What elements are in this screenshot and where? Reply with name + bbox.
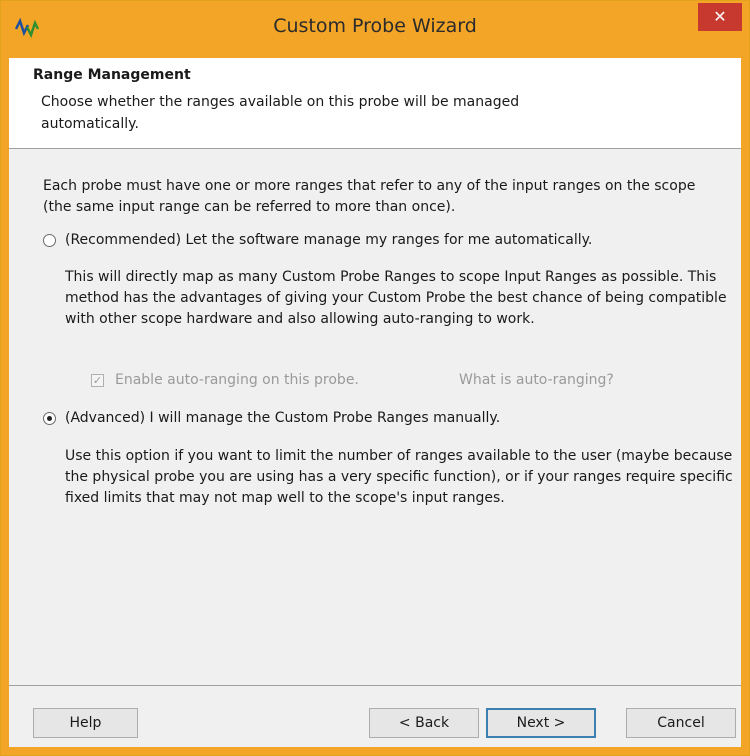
wizard-client: Range Management Choose whether the rang… bbox=[9, 58, 741, 747]
cancel-button[interactable]: Cancel bbox=[626, 708, 736, 738]
recommended-description: This will directly map as many Custom Pr… bbox=[65, 269, 727, 327]
help-button[interactable]: Help bbox=[33, 708, 138, 738]
intro-text: Each probe must have one or more ranges … bbox=[43, 178, 696, 215]
title-bar[interactable]: Custom Probe Wizard ✕ bbox=[1, 1, 749, 58]
wizard-content: Each probe must have one or more ranges … bbox=[9, 150, 741, 685]
next-button[interactable]: Next > bbox=[486, 708, 596, 738]
advanced-description: Use this option if you want to limit the… bbox=[65, 448, 733, 506]
close-icon: ✕ bbox=[713, 7, 727, 26]
back-button[interactable]: < Back bbox=[369, 708, 479, 738]
close-button[interactable]: ✕ bbox=[698, 3, 742, 31]
wizard-window: Custom Probe Wizard ✕ Range Management C… bbox=[0, 0, 750, 756]
radio-advanced[interactable] bbox=[43, 412, 56, 425]
page-title: Range Management bbox=[33, 67, 191, 83]
wizard-header: Range Management Choose whether the rang… bbox=[9, 58, 741, 149]
auto-ranging-help-link[interactable]: What is auto-ranging? bbox=[459, 372, 614, 388]
auto-ranging-label: Enable auto-ranging on this probe. bbox=[115, 372, 359, 388]
radio-selected-dot bbox=[47, 416, 52, 421]
page-subtitle: Choose whether the ranges available on t… bbox=[41, 94, 520, 132]
radio-recommended[interactable] bbox=[43, 234, 56, 247]
radio-recommended-label[interactable]: (Recommended) Let the software manage my… bbox=[65, 232, 592, 248]
window-title: Custom Probe Wizard bbox=[273, 15, 477, 37]
auto-ranging-checkbox[interactable]: ✓ bbox=[91, 374, 104, 387]
radio-advanced-label[interactable]: (Advanced) I will manage the Custom Prob… bbox=[65, 410, 500, 426]
footer-divider bbox=[9, 685, 741, 686]
